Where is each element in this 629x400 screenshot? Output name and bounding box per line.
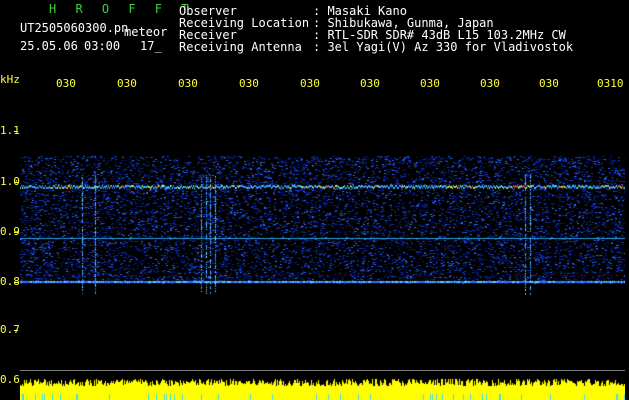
filename-suffix: meteor: [124, 25, 168, 39]
freq-tick: [14, 282, 18, 283]
time-tick: 030: [420, 78, 440, 90]
freq-tick: [14, 131, 18, 132]
filename-label: UT2505060300.pn: [20, 21, 129, 35]
freq-label-0.6: 0.6: [0, 373, 20, 386]
antenna-label: Receiving Antenna: [179, 40, 302, 54]
antenna-value: : 3el Yagi(V) Az 330 for Vladivostok: [313, 40, 574, 54]
spectrogram-image: [20, 90, 625, 378]
time-tick: 030: [117, 78, 137, 90]
baseline-divider: [20, 370, 625, 371]
program-title: H R O F F T: [49, 2, 195, 16]
freq-tick: [14, 182, 18, 183]
time-tick: 030: [480, 78, 500, 90]
time-tick: 0310: [597, 78, 624, 90]
freq-tick: [14, 232, 18, 233]
time-tick: 030: [300, 78, 320, 90]
time-tick: 030: [360, 78, 380, 90]
time-tick: 030: [239, 78, 259, 90]
freq-tick: [14, 330, 18, 331]
time-tick: 030: [56, 78, 76, 90]
noise-floor-plot: [20, 377, 625, 400]
time-label: 03:00: [84, 39, 121, 53]
time-tick: 030: [539, 78, 559, 90]
time-tick: 030: [178, 78, 198, 90]
date-label: 25.05.06: [20, 39, 78, 53]
count-label: 17_: [140, 39, 162, 53]
